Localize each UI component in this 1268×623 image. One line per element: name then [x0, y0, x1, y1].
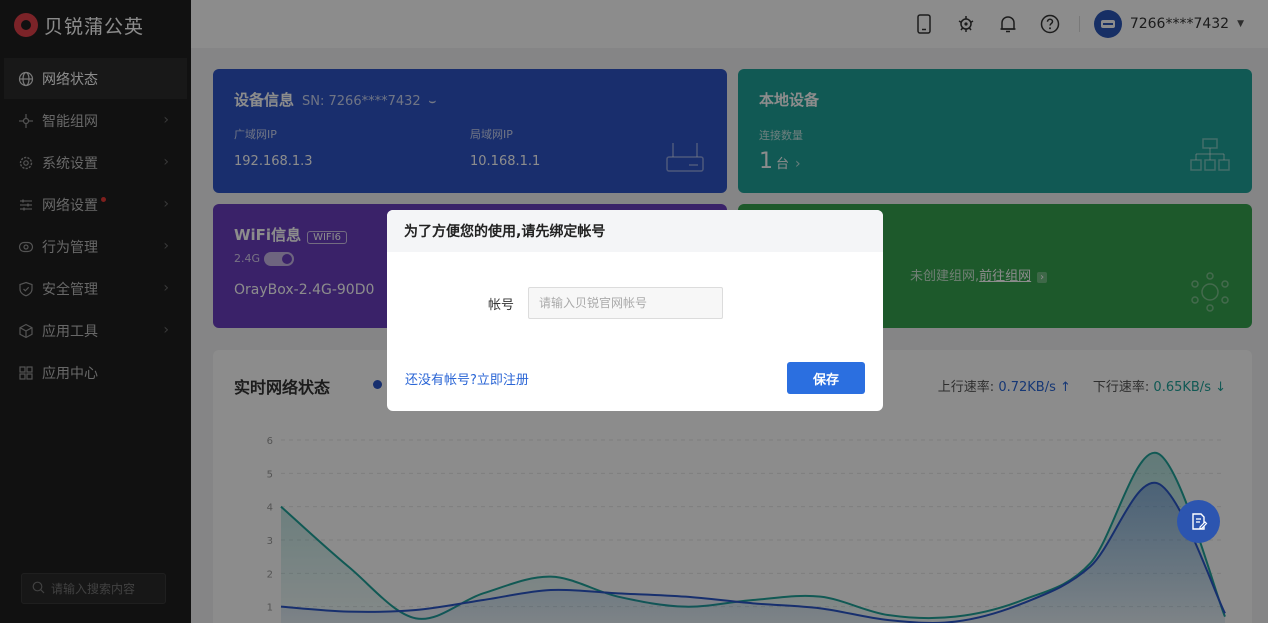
account-label: 帐号 — [487, 297, 514, 313]
register-link[interactable]: 还没有帐号?立即注册 — [405, 369, 529, 388]
bind-account-dialog: 为了方便您的使用,请先绑定帐号 帐号 还没有帐号?立即注册 保存 — [387, 210, 883, 411]
save-button[interactable]: 保存 — [787, 362, 865, 394]
account-form-row: 帐号 — [387, 287, 883, 319]
document-edit-icon — [1191, 512, 1207, 530]
dialog-title: 为了方便您的使用,请先绑定帐号 — [387, 210, 883, 252]
account-input[interactable] — [528, 287, 723, 319]
feedback-button[interactable] — [1177, 500, 1220, 543]
